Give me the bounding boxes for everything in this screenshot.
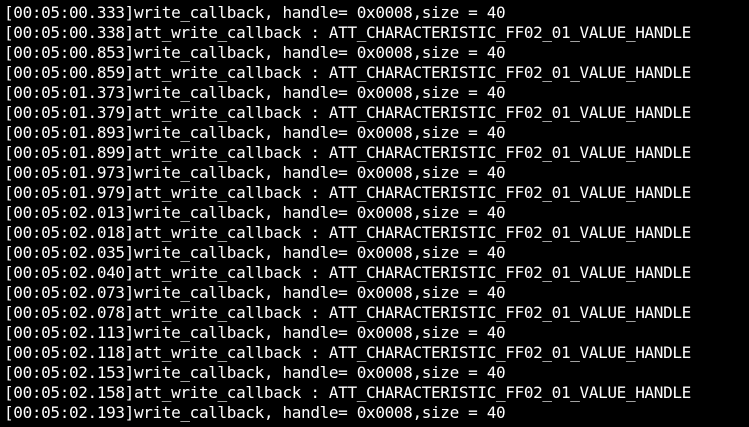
log-line: [00:05:00.338]att_write_callback : ATT_C… <box>4 23 691 42</box>
log-line: [00:05:02.035]write_callback, handle= 0x… <box>4 243 506 262</box>
log-line: [00:05:01.893]write_callback, handle= 0x… <box>4 123 506 142</box>
log-line: [00:05:02.073]write_callback, handle= 0x… <box>4 283 506 302</box>
terminal-output: [00:05:00.333]write_callback, handle= 0x… <box>4 3 749 423</box>
log-line: [00:05:02.078]att_write_callback : ATT_C… <box>4 303 691 322</box>
log-line: [00:05:02.013]write_callback, handle= 0x… <box>4 203 506 222</box>
log-line: [00:05:02.113]write_callback, handle= 0x… <box>4 323 506 342</box>
log-line: [00:05:02.118]att_write_callback : ATT_C… <box>4 343 691 362</box>
log-line: [00:05:01.373]write_callback, handle= 0x… <box>4 83 506 102</box>
log-line: [00:05:02.153]write_callback, handle= 0x… <box>4 363 506 382</box>
log-line: [00:05:01.973]write_callback, handle= 0x… <box>4 163 506 182</box>
log-line: [00:05:00.333]write_callback, handle= 0x… <box>4 3 506 22</box>
log-line: [00:05:02.193]write_callback, handle= 0x… <box>4 403 506 422</box>
log-line: [00:05:00.859]att_write_callback : ATT_C… <box>4 63 691 82</box>
log-line: [00:05:01.899]att_write_callback : ATT_C… <box>4 143 691 162</box>
terminal-window[interactable]: [00:05:00.333]write_callback, handle= 0x… <box>0 0 749 427</box>
log-line: [00:05:02.040]att_write_callback : ATT_C… <box>4 263 691 282</box>
log-line: [00:05:01.379]att_write_callback : ATT_C… <box>4 103 691 122</box>
log-line: [00:05:02.158]att_write_callback : ATT_C… <box>4 383 691 402</box>
log-line: [00:05:00.853]write_callback, handle= 0x… <box>4 43 506 62</box>
log-line: [00:05:01.979]att_write_callback : ATT_C… <box>4 183 691 202</box>
log-line: [00:05:02.018]att_write_callback : ATT_C… <box>4 223 691 242</box>
